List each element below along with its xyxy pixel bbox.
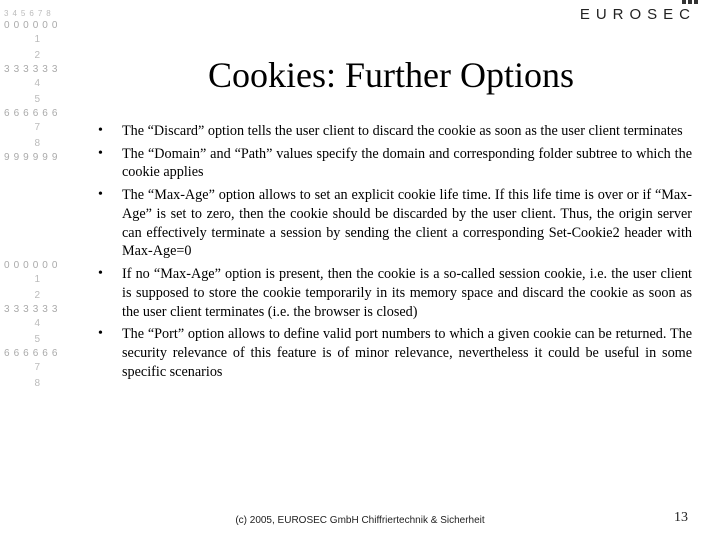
bullet-item: The “Port” option allows to define valid…: [90, 325, 692, 381]
slide: EUROSEC 345678 000000 1 2 333333 4 5 666…: [0, 0, 720, 540]
bullet-item: The “Max-Age” option allows to set an ex…: [90, 186, 692, 261]
bullet-item: The “Domain” and “Path” values specify t…: [90, 145, 692, 182]
page-number: 13: [674, 510, 688, 526]
slide-title: Cookies: Further Options: [90, 54, 692, 96]
bullet-item: The “Discard” option tells the user clie…: [90, 122, 692, 141]
bullet-item: If no “Max-Age” option is present, then …: [90, 265, 692, 321]
slide-footer: (c) 2005, EUROSEC GmbH Chiffriertechnik …: [0, 515, 720, 526]
margin-number-strip: 000000 1 2 333333 4 5 666666 7 8: [0, 260, 78, 392]
margin-number-strip: 345678 000000 1 2 333333 4 5 666666 7 8 …: [0, 8, 78, 164]
bullet-list: The “Discard” option tells the user clie…: [90, 122, 692, 382]
copyright-text: (c) 2005, EUROSEC GmbH Chiffriertechnik …: [0, 515, 720, 526]
brand-logo-text: EUROSEC: [580, 6, 696, 23]
brand-decoration: [682, 0, 698, 4]
